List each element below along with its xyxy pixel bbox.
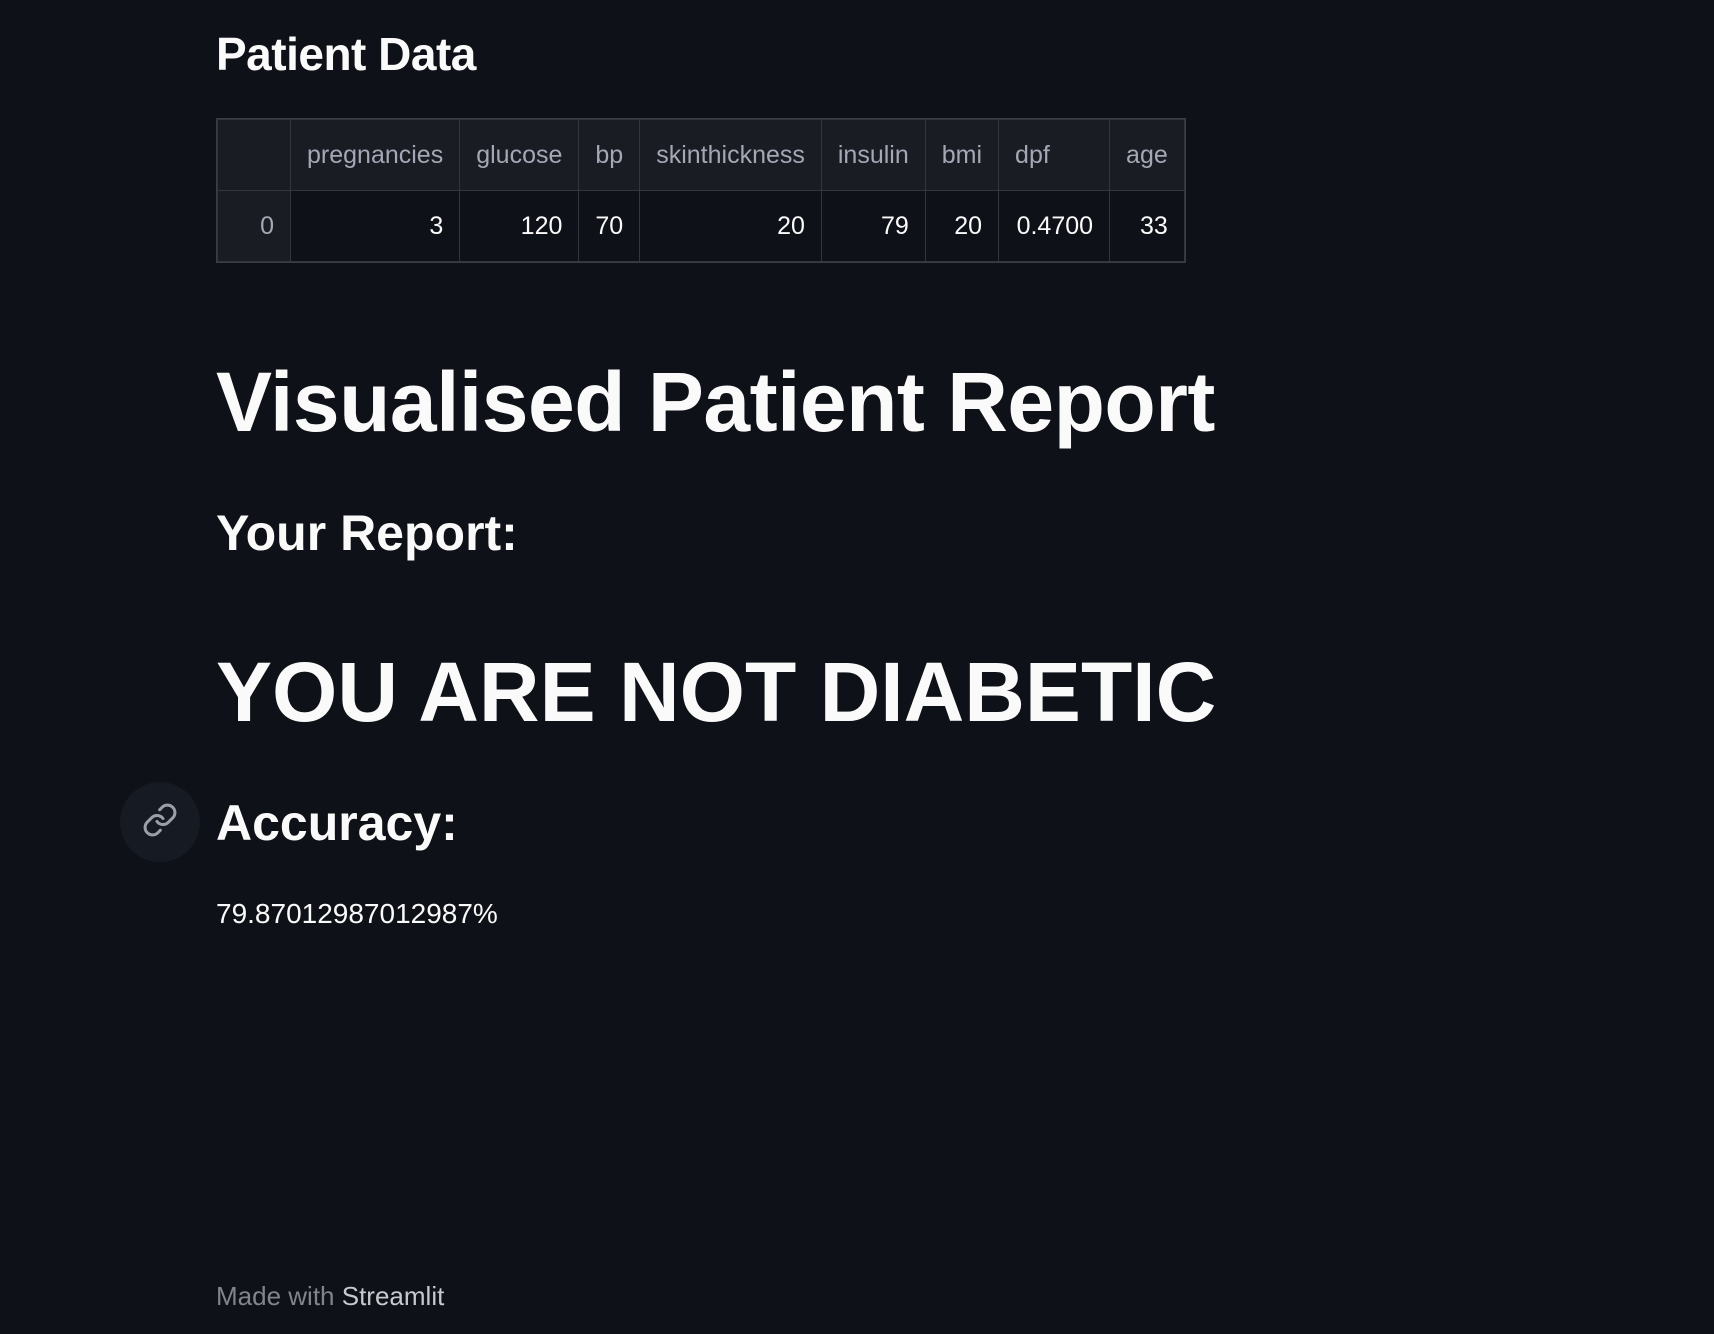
footer-prefix: Made with: [216, 1281, 335, 1311]
streamlit-link[interactable]: Streamlit: [342, 1281, 445, 1311]
table-header-row: pregnancies glucose bp skinthickness ins…: [217, 119, 1185, 191]
header-cell-glucose[interactable]: glucose: [459, 119, 580, 191]
visualised-report-heading: Visualised Patient Report: [216, 355, 1215, 449]
table-row: 0 3 120 70 20 79 20 0.4700 33: [217, 190, 1185, 262]
data-table: pregnancies glucose bp skinthickness ins…: [217, 119, 1185, 262]
table-cell-bp[interactable]: 70: [578, 190, 641, 262]
patient-data-table[interactable]: pregnancies glucose bp skinthickness ins…: [216, 118, 1186, 263]
accuracy-value: 79.87012987012987%: [216, 898, 498, 929]
row-index-cell: 0: [217, 190, 291, 262]
table-cell-glucose[interactable]: 120: [459, 190, 580, 262]
accuracy-heading: Accuracy:: [216, 795, 458, 851]
header-cell-bp[interactable]: bp: [578, 119, 641, 191]
table-cell-bmi[interactable]: 20: [924, 190, 1000, 262]
your-report-heading: Your Report:: [216, 505, 518, 561]
header-cell-age[interactable]: age: [1109, 119, 1185, 191]
table-cell-skinthickness[interactable]: 20: [639, 190, 822, 262]
footer: Made with Streamlit: [216, 1278, 444, 1314]
header-cell-dpf[interactable]: dpf: [998, 119, 1111, 191]
patient-data-heading: Patient Data: [216, 28, 476, 80]
header-cell-bmi[interactable]: bmi: [924, 119, 1000, 191]
header-cell-index: [217, 119, 291, 191]
header-cell-insulin[interactable]: insulin: [820, 119, 926, 191]
diagnosis-result-heading: YOU ARE NOT DIABETIC: [216, 645, 1217, 739]
header-cell-skinthickness[interactable]: skinthickness: [639, 119, 822, 191]
link-icon: [142, 802, 178, 843]
table-cell-pregnancies[interactable]: 3: [289, 190, 461, 262]
main-content: Patient Data pregnancies glucose bp skin…: [0, 0, 1714, 1334]
header-cell-pregnancies[interactable]: pregnancies: [289, 119, 461, 191]
table-cell-insulin[interactable]: 79: [820, 190, 926, 262]
heading-anchor-link[interactable]: [120, 782, 200, 862]
table-cell-dpf[interactable]: 0.4700: [998, 190, 1111, 262]
table-cell-age[interactable]: 33: [1109, 190, 1185, 262]
